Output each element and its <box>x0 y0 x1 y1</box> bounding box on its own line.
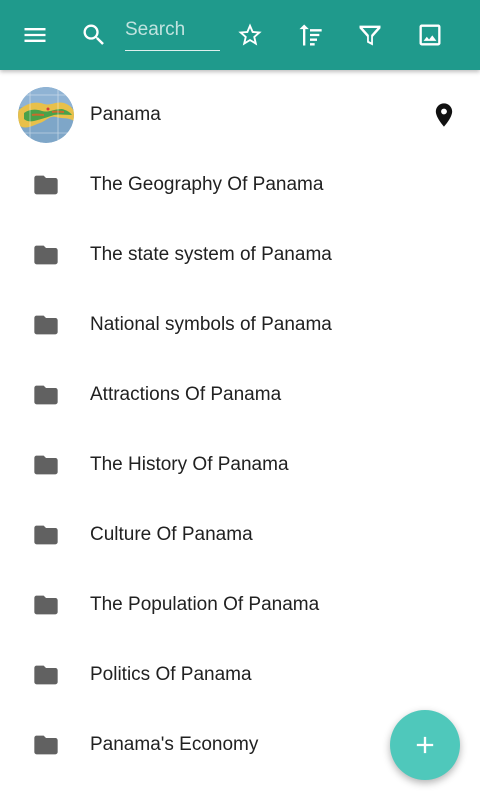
folder-icon <box>18 367 74 423</box>
list-item-label: The state system of Panama <box>90 244 332 265</box>
list-item-panama[interactable]: Panama <box>0 80 480 150</box>
list-item[interactable]: National symbols of Panama <box>0 290 480 360</box>
list-item-label: The History Of Panama <box>90 454 289 475</box>
list-item[interactable]: The Population Of Panama <box>0 570 480 640</box>
folder-icon <box>18 297 74 353</box>
list-item-label: National symbols of Panama <box>90 314 332 335</box>
search-field <box>125 14 220 51</box>
folder-icon <box>18 577 74 633</box>
list-item[interactable]: The state system of Panama <box>0 220 480 290</box>
image-icon[interactable] <box>412 17 448 53</box>
folder-icon <box>18 717 74 773</box>
search-icon[interactable] <box>76 17 112 53</box>
panama-map-thumbnail <box>18 87 74 143</box>
folder-icon <box>18 227 74 283</box>
list-item-label: The Population Of Panama <box>90 594 320 615</box>
list-item[interactable]: Politics Of Panama <box>0 640 480 710</box>
folder-icon <box>18 507 74 563</box>
folder-icon <box>18 647 74 703</box>
filter-icon[interactable] <box>352 17 388 53</box>
plus-icon <box>416 736 434 754</box>
map-marker-icon[interactable] <box>430 101 458 129</box>
list-item[interactable]: The Geography Of Panama <box>0 150 480 220</box>
star-outline-icon[interactable] <box>232 17 268 53</box>
folder-icon <box>18 437 74 493</box>
list-item-label: Panama <box>90 104 161 125</box>
list-item[interactable]: The History Of Panama <box>0 430 480 500</box>
topic-list: Panama The Geography Of Panama The state … <box>0 80 480 780</box>
app-screen: Panama The Geography Of Panama The state … <box>0 0 480 800</box>
add-button[interactable] <box>390 710 460 780</box>
list-item[interactable]: Attractions Of Panama <box>0 360 480 430</box>
folder-icon <box>18 157 74 213</box>
list-item-label: The Geography Of Panama <box>90 174 324 195</box>
list-item-label: Attractions Of Panama <box>90 384 282 405</box>
list-item-label: Panama's Economy <box>90 734 259 755</box>
search-input[interactable] <box>125 14 220 46</box>
menu-icon[interactable] <box>17 17 53 53</box>
list-item[interactable]: Culture Of Panama <box>0 500 480 570</box>
list-item-label: Culture Of Panama <box>90 524 253 545</box>
sort-icon[interactable] <box>292 17 328 53</box>
top-toolbar <box>0 0 480 70</box>
list-item-label: Politics Of Panama <box>90 664 252 685</box>
